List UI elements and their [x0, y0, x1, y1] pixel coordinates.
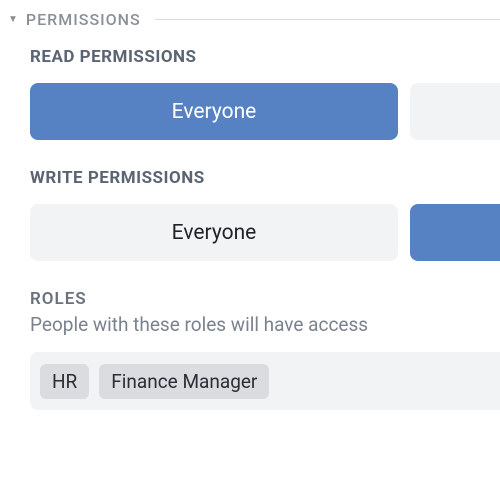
write-everyone-label: Everyone [172, 221, 257, 245]
role-pill-finance-manager[interactable]: Finance Manager [99, 364, 269, 399]
write-everyone-button[interactable]: Everyone [30, 204, 398, 261]
read-everyone-button[interactable]: Everyone [30, 83, 398, 140]
section-divider [155, 19, 500, 20]
read-everyone-label: Everyone [172, 100, 257, 124]
roles-selector[interactable]: HR Finance Manager [30, 352, 500, 410]
roles-heading: ROLES [30, 289, 500, 309]
permissions-content: READ PERMISSIONS Everyone WRITE PERMISSI… [0, 47, 500, 410]
role-pill-label: HR [52, 370, 77, 393]
write-other-button[interactable] [410, 204, 500, 261]
read-other-button[interactable] [410, 83, 500, 140]
write-permissions-heading: WRITE PERMISSIONS [30, 168, 500, 188]
section-title: PERMISSIONS [26, 10, 141, 29]
write-permissions-segmented: Everyone [30, 204, 500, 261]
read-permissions-segmented: Everyone [30, 83, 500, 140]
permissions-section-header[interactable]: ▼ PERMISSIONS [0, 0, 500, 39]
read-permissions-heading: READ PERMISSIONS [30, 47, 500, 67]
role-pill-label: Finance Manager [111, 370, 257, 393]
role-pill-hr[interactable]: HR [40, 364, 89, 399]
chevron-down-icon: ▼ [8, 15, 18, 25]
roles-description: People with these roles will have access [30, 313, 500, 336]
